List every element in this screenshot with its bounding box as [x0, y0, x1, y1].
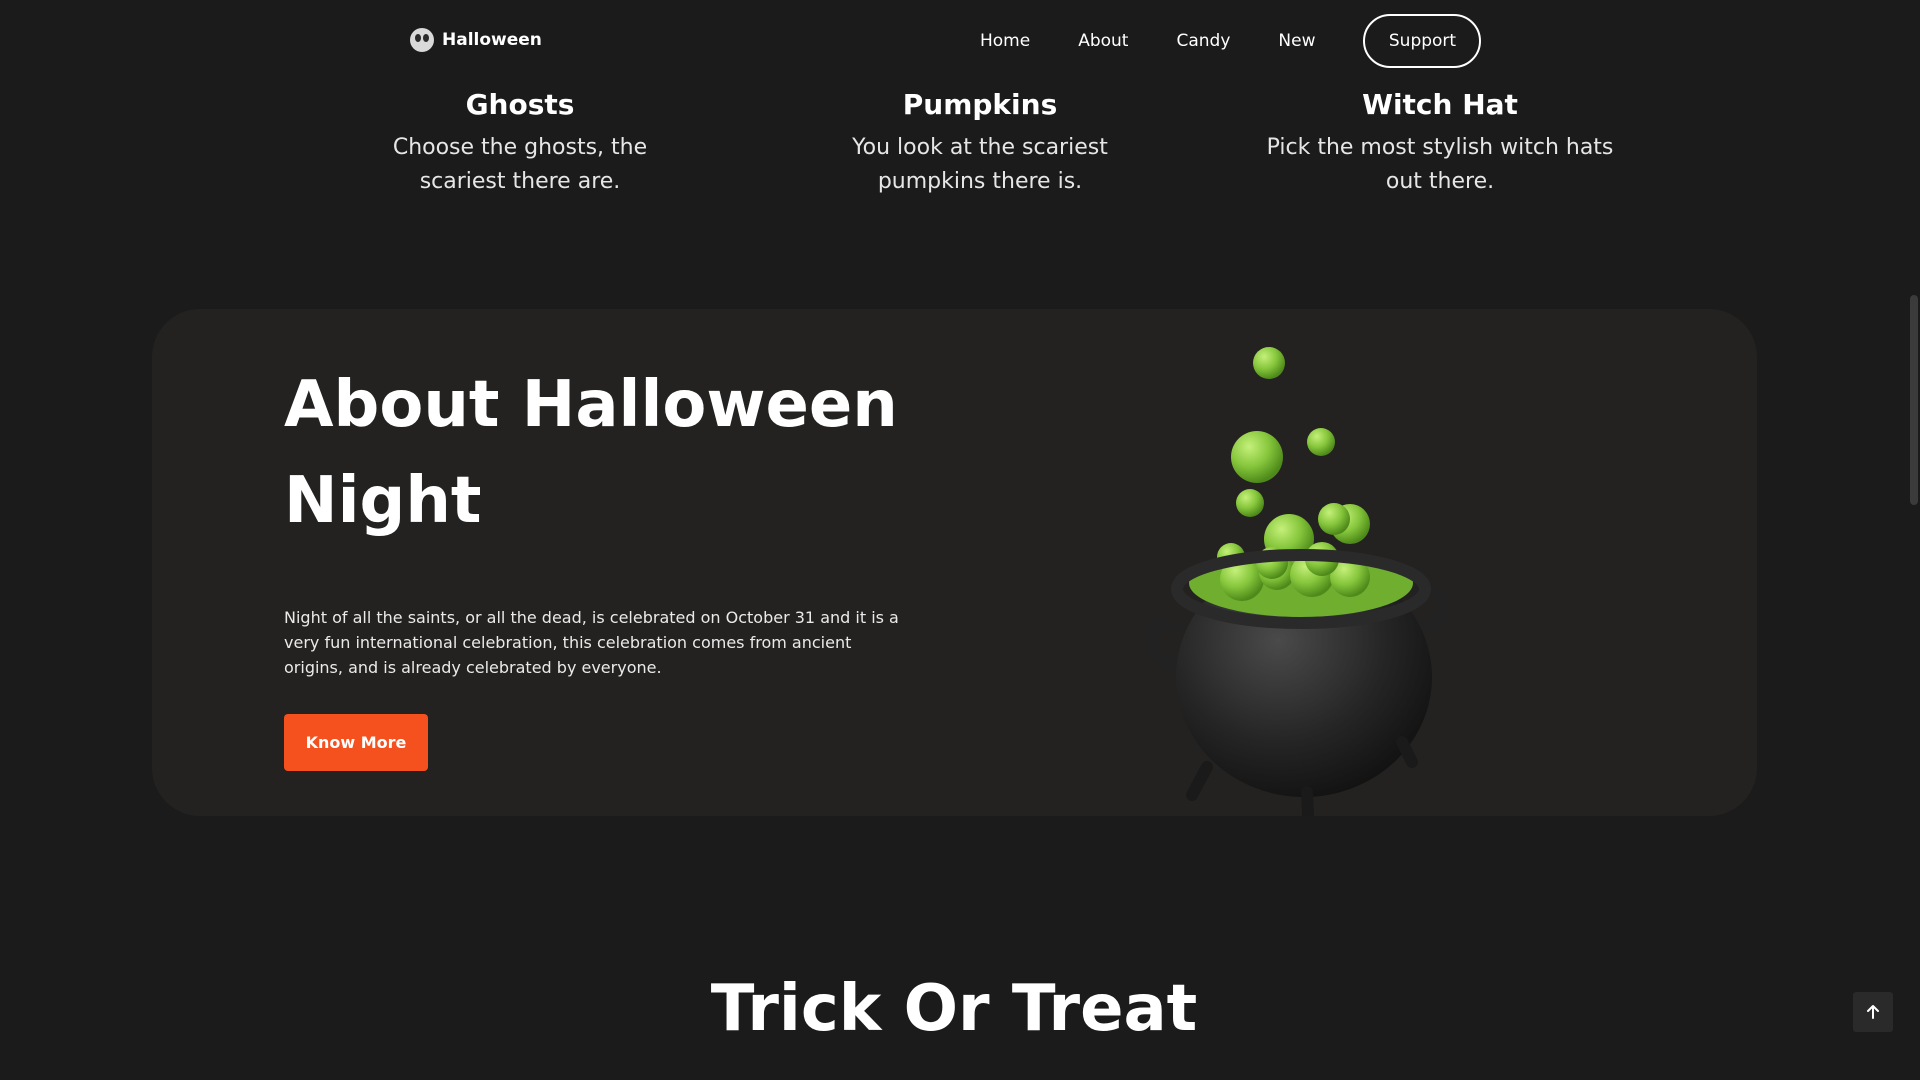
- site-header: Halloween Home About Candy New Support: [0, 0, 1908, 80]
- feature-description-line: Choose the ghosts, the: [392, 135, 648, 160]
- feature-description-line: out there.: [1385, 169, 1495, 194]
- support-button[interactable]: Support: [1363, 14, 1482, 68]
- know-more-button[interactable]: Know More: [284, 714, 428, 771]
- feature-description: You look at the scariest pumpkins there …: [790, 131, 1170, 199]
- feature-description: Choose the ghosts, the scariest there ar…: [330, 131, 710, 199]
- scrollbar[interactable]: [1908, 0, 1920, 1080]
- trick-or-treat-title: Trick Or Treat: [710, 972, 1198, 1046]
- nav-new-link[interactable]: New: [1278, 31, 1315, 51]
- feature-witch-hat: Witch Hat Pick the most stylish witch ha…: [1250, 88, 1630, 199]
- page: Halloween Home About Candy New Support G…: [0, 0, 1920, 1080]
- nav-about-link[interactable]: About: [1078, 31, 1128, 51]
- feature-title: Witch Hat: [1362, 88, 1518, 121]
- feature-ghosts: Ghosts Choose the ghosts, the scariest t…: [330, 88, 710, 199]
- logo-text: Halloween: [442, 30, 542, 50]
- feature-description: Pick the most stylish witch hats out the…: [1250, 131, 1630, 199]
- skull-icon: [410, 28, 434, 52]
- nav-home-link[interactable]: Home: [980, 31, 1030, 51]
- about-title: About Halloween Night: [284, 357, 924, 549]
- feature-description-line: scariest there are.: [419, 169, 621, 194]
- cauldron-image: [1146, 347, 1450, 816]
- feature-description-line: Pick the most stylish witch hats: [1266, 135, 1614, 160]
- logo[interactable]: Halloween: [410, 28, 542, 52]
- feature-description-line: You look at the scariest: [852, 135, 1108, 160]
- scrollbar-thumb[interactable]: [1910, 295, 1918, 505]
- arrow-up-icon: [1867, 1005, 1879, 1019]
- about-title-line: Night: [284, 464, 482, 538]
- nav-candy-link[interactable]: Candy: [1176, 31, 1230, 51]
- scroll-to-top-button[interactable]: [1853, 992, 1893, 1032]
- feature-title: Ghosts: [465, 88, 575, 121]
- about-description: Night of all the saints, or all the dead…: [284, 608, 899, 677]
- feature-description-line: pumpkins there is.: [877, 169, 1083, 194]
- about-section: About Halloween Night Night of all the s…: [152, 309, 1757, 816]
- about-title-line: About Halloween: [284, 368, 898, 442]
- main-nav: Home About Candy New Support: [980, 14, 1482, 68]
- feature-title: Pumpkins: [902, 88, 1058, 121]
- feature-pumpkins: Pumpkins You look at the scariest pumpki…: [790, 88, 1170, 199]
